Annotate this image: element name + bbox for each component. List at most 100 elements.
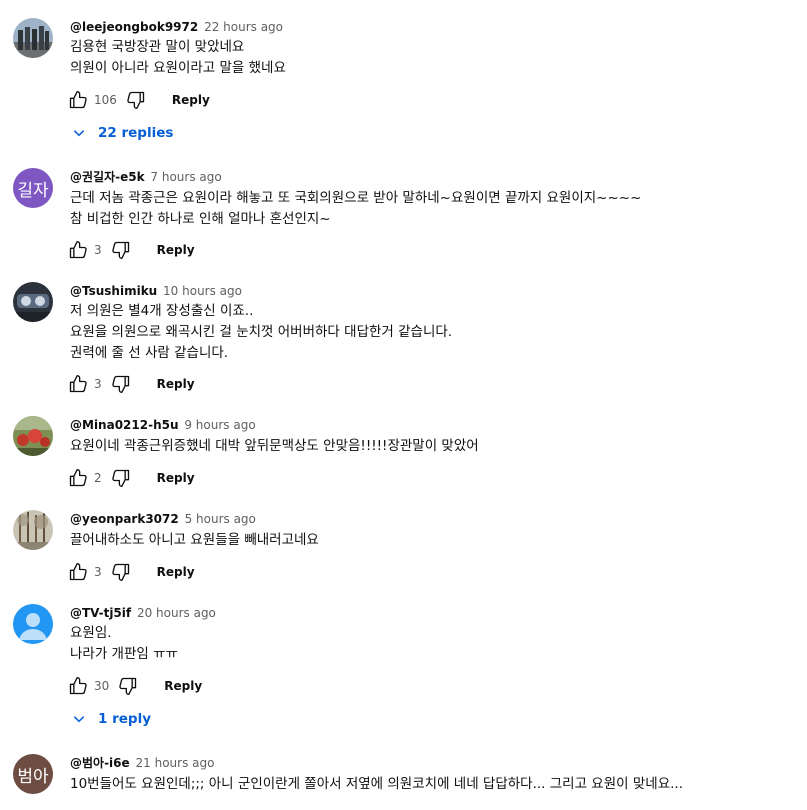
comment-line: 요원이네 곽종근위증했네 대박 앞뒤문맥상도 안맞음!!!!!장관말이 맞았어	[70, 438, 479, 454]
comment-actions: 3 Reply	[66, 372, 195, 396]
avatar-initials: 길자	[17, 180, 49, 201]
comment-header: @Tsushimiku 10 hours ago	[70, 283, 242, 299]
comment-timestamp[interactable]: 22 hours ago	[204, 20, 283, 34]
reply-button[interactable]: Reply	[172, 93, 210, 107]
dislike-button[interactable]	[124, 88, 148, 112]
comment-timestamp[interactable]: 20 hours ago	[137, 606, 216, 620]
comment-header: @권길자-e5k 7 hours ago	[70, 169, 222, 185]
thumbs-down-icon	[111, 241, 129, 259]
replies-count-label: 1 reply	[98, 711, 151, 727]
thumbs-up-icon	[69, 375, 87, 393]
dislike-button[interactable]	[109, 372, 133, 396]
like-button[interactable]	[66, 88, 90, 112]
like-count: 2	[94, 471, 102, 485]
comment-header: @Mina0212-h5u 9 hours ago	[70, 417, 256, 433]
comment-text: 저 의원은 별4개 장성출신 이죠.. 요원을 의원으로 왜곡시킨 걸 눈치껏 …	[70, 301, 452, 364]
comment-actions: 3 Reply	[66, 560, 195, 584]
replies-count-label: 22 replies	[98, 125, 174, 141]
flowers-photo-icon	[13, 416, 53, 456]
reply-button[interactable]: Reply	[157, 377, 195, 391]
comment-text: 근데 저놈 곽종근은 요원이라 해놓고 또 국회의원으로 받아 말하네~요원이면…	[70, 188, 641, 230]
view-replies-button[interactable]: 22 replies	[72, 121, 173, 145]
thumbs-down-icon	[111, 375, 129, 393]
like-count: 3	[94, 377, 102, 391]
dislike-button[interactable]	[109, 238, 133, 262]
comment-line: 나라가 개판임 ㅠㅠ	[70, 646, 178, 662]
trees-photo-icon	[13, 510, 53, 550]
avatar-initials: 범아	[17, 766, 49, 787]
comment-text: 김용현 국방장관 말이 맞았네요 의원이 아니라 요원이라고 말을 했네요	[70, 37, 286, 79]
reply-button[interactable]: Reply	[157, 243, 195, 257]
comment-timestamp[interactable]: 21 hours ago	[136, 756, 215, 770]
reply-button[interactable]: Reply	[164, 679, 202, 693]
comment-timestamp[interactable]: 7 hours ago	[150, 170, 221, 184]
like-button[interactable]	[66, 238, 90, 262]
thumbs-up-icon	[69, 91, 87, 109]
author-handle[interactable]: @yeonpark3072	[70, 512, 179, 526]
comment-line: 의원이 아니라 요원이라고 말을 했네요	[70, 60, 286, 76]
statues-photo-icon	[13, 18, 53, 58]
avatar[interactable]: 범아	[13, 754, 53, 794]
avatar[interactable]	[13, 604, 53, 644]
comment-line: 저 의원은 별4개 장성출신 이죠..	[70, 303, 254, 319]
thumbs-down-icon	[119, 677, 137, 695]
comment-text: 10번들어도 요원인데;;; 아니 군인이란게 쫄아서 저옆에 의원코치에 네네…	[70, 774, 683, 795]
comment-header: @yeonpark3072 5 hours ago	[70, 511, 256, 527]
comment-actions: 30 Reply	[66, 674, 202, 698]
comment-line: 참 비겁한 인간 하나로 인해 얼마나 혼선인지~	[70, 211, 331, 227]
comment-text: 요원이네 곽종근위증했네 대박 앞뒤문맥상도 안맞음!!!!!장관말이 맞았어	[70, 436, 479, 457]
comment-header: @TV-tj5if 20 hours ago	[70, 605, 216, 621]
comment-text: 끌어내하소도 아니고 요원들을 빼내러고네요	[70, 530, 319, 551]
chevron-down-icon	[73, 130, 85, 137]
comment-line: 요원임.	[70, 625, 112, 641]
comment-line: 권력에 줄 선 사람 같습니다.	[70, 345, 229, 361]
thumbs-up-icon	[69, 241, 87, 259]
thumbs-up-icon	[69, 677, 87, 695]
comment-text: 요원임. 나라가 개판임 ㅠㅠ	[70, 623, 178, 665]
comment-header: @범아-i6e 21 hours ago	[70, 755, 214, 771]
author-handle[interactable]: @Mina0212-h5u	[70, 418, 179, 432]
comment-actions: 106 Reply	[66, 88, 210, 112]
comment-timestamp[interactable]: 9 hours ago	[184, 418, 255, 432]
comment-header: @leejeongbok9972 22 hours ago	[70, 19, 283, 35]
avatar[interactable]: 길자	[13, 168, 53, 208]
chevron-down-icon	[73, 716, 85, 723]
avatar[interactable]	[13, 416, 53, 456]
comment-line: 근데 저놈 곽종근은 요원이라 해놓고 또 국회의원으로 받아 말하네~요원이면…	[70, 190, 642, 206]
like-button[interactable]	[66, 466, 90, 490]
comment-line: 10번들어도 요원인데;;; 아니 군인이란게 쫄아서 저옆에 의원코치에 네네…	[70, 776, 683, 792]
comment-timestamp[interactable]: 5 hours ago	[185, 512, 256, 526]
view-replies-button[interactable]: 1 reply	[72, 707, 151, 731]
avatar[interactable]	[13, 18, 53, 58]
dashboard-photo-icon	[13, 282, 53, 322]
reply-button[interactable]: Reply	[157, 565, 195, 579]
author-handle[interactable]: @leejeongbok9972	[70, 20, 198, 34]
comment-timestamp[interactable]: 10 hours ago	[163, 284, 242, 298]
thumbs-down-icon	[127, 91, 145, 110]
author-handle[interactable]: @Tsushimiku	[70, 284, 157, 298]
like-button[interactable]	[66, 372, 90, 396]
thumbs-up-icon	[69, 469, 87, 487]
thumbs-up-icon	[69, 563, 87, 581]
dislike-button[interactable]	[109, 466, 133, 490]
thumbs-down-icon	[111, 469, 129, 487]
comment-line: 요원을 의원으로 왜곡시킨 걸 눈치껏 어버버하다 대답한거 같습니다.	[70, 324, 453, 340]
thumbs-down-icon	[111, 563, 129, 581]
comment-actions: 3 Reply	[66, 238, 195, 262]
like-button[interactable]	[66, 560, 90, 584]
like-button[interactable]	[66, 674, 90, 698]
author-handle[interactable]: @TV-tj5if	[70, 606, 131, 620]
author-handle[interactable]: @권길자-e5k	[70, 170, 145, 184]
avatar[interactable]	[13, 282, 53, 322]
comment-line: 김용현 국방장관 말이 맞았네요	[70, 39, 245, 55]
avatar[interactable]	[13, 510, 53, 550]
default-person-icon	[13, 604, 53, 644]
dislike-button[interactable]	[109, 560, 133, 584]
like-count: 106	[94, 93, 117, 107]
reply-button[interactable]: Reply	[157, 471, 195, 485]
dislike-button[interactable]	[116, 674, 140, 698]
comment-actions: 2 Reply	[66, 466, 195, 490]
like-count: 3	[94, 565, 102, 579]
author-handle[interactable]: @범아-i6e	[70, 756, 130, 770]
like-count: 3	[94, 243, 102, 257]
